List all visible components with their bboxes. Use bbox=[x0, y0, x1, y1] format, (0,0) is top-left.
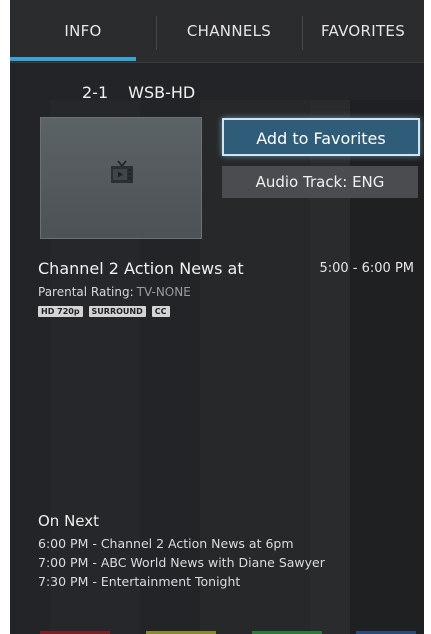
add-to-favorites-button[interactable]: Add to Favorites bbox=[222, 118, 420, 156]
tv-icon bbox=[111, 160, 133, 183]
tab-bar: INFO CHANNELS FAVORITES bbox=[10, 0, 424, 63]
channel-name: WSB-HD bbox=[128, 83, 196, 102]
channel-number: 2-1 bbox=[82, 83, 109, 102]
surround-badge: SURROUND bbox=[88, 306, 146, 317]
hd-badge: HD 720p bbox=[38, 306, 83, 317]
tab-favorites[interactable]: FAVORITES bbox=[302, 0, 424, 62]
active-tab-indicator bbox=[10, 57, 136, 61]
list-item: 7:30 PM - Entertainment Tonight bbox=[38, 574, 241, 589]
on-next-list: 6:00 PM - Channel 2 Action News at 6pm 7… bbox=[38, 534, 325, 591]
list-item: 6:00 PM - Channel 2 Action News at 6pm bbox=[38, 536, 294, 551]
channel-header: 2-1 WSB-HD bbox=[82, 83, 195, 102]
channel-thumbnail bbox=[40, 117, 202, 239]
on-next-title: On Next bbox=[38, 512, 100, 530]
program-time: 5:00 - 6:00 PM bbox=[319, 261, 414, 276]
tab-channels[interactable]: CHANNELS bbox=[156, 0, 302, 62]
info-panel: INFO CHANNELS FAVORITES 2-1 WSB-HD Add to… bbox=[10, 0, 424, 634]
list-item: 7:00 PM - ABC World News with Diane Sawy… bbox=[38, 555, 325, 570]
program-title: Channel 2 Action News at bbox=[38, 259, 244, 278]
tab-info[interactable]: INFO bbox=[10, 0, 156, 62]
rating-value: TV-NONE bbox=[136, 285, 191, 299]
program-badges: HD 720p SURROUND CC bbox=[38, 306, 176, 318]
cc-badge: CC bbox=[151, 306, 170, 317]
rating-label: Parental Rating: bbox=[38, 285, 134, 299]
audio-track-button[interactable]: Audio Track: ENG bbox=[222, 166, 418, 198]
parental-rating: Parental Rating: TV-NONE bbox=[38, 285, 191, 299]
